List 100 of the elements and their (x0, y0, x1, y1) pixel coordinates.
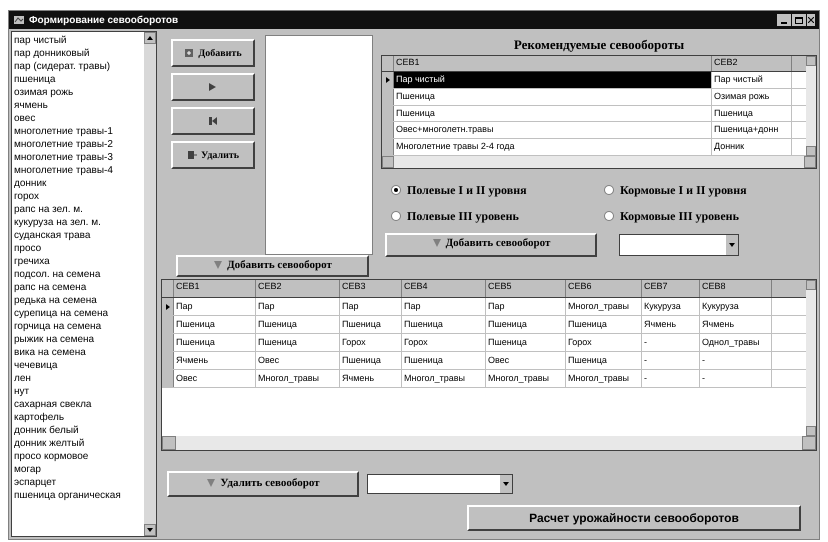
dropdown[interactable] (367, 474, 513, 494)
list-item[interactable]: пшеница (14, 73, 144, 86)
list-item[interactable]: рыжик на семена (14, 333, 144, 346)
radio-button[interactable] (391, 184, 401, 194)
list-item[interactable]: горох (14, 190, 144, 203)
scroll-left-button[interactable] (382, 156, 394, 168)
table-cell: Донник (712, 138, 792, 155)
column-header[interactable]: СЕВ4 (402, 280, 486, 297)
close-button[interactable] (807, 14, 815, 26)
list-item[interactable]: сахарная свекла (14, 398, 144, 411)
list-item[interactable]: многолетние травы-2 (14, 138, 144, 151)
list-item[interactable]: пар донниковый (14, 47, 144, 60)
radio-button[interactable] (604, 210, 614, 220)
list-item[interactable]: вика на семена (14, 346, 144, 359)
list-item[interactable]: кукуруза на зел. м. (14, 216, 144, 229)
calculate-yield-button[interactable]: Расчет урожайности севооборотов (467, 505, 801, 531)
delete-rotation-button[interactable]: Удалить севооборот (167, 471, 359, 497)
row-pointer-icon (386, 77, 390, 83)
vertical-scrollbar[interactable] (806, 56, 816, 156)
list-item[interactable]: пар (сидерат. травы) (14, 60, 144, 73)
table-cell: Многол_травы (256, 370, 340, 387)
list-item[interactable]: донник желтый (14, 437, 144, 450)
forward-button[interactable] (171, 73, 255, 101)
list-item[interactable]: ячмень (14, 99, 144, 112)
list-item[interactable]: озимая рожь (14, 86, 144, 99)
table-cell: Пар (256, 298, 340, 315)
table-cell: Многол_травы (486, 370, 566, 387)
column-header[interactable]: СЕВ2 (712, 56, 792, 72)
selection-box[interactable] (265, 35, 373, 255)
column-header[interactable]: СЕВ3 (340, 280, 402, 297)
list-item[interactable]: могар (14, 463, 144, 476)
list-item[interactable]: рапс на семена (14, 281, 144, 294)
dropdown[interactable] (619, 234, 739, 256)
horizontal-scrollbar[interactable] (382, 156, 816, 168)
list-item[interactable]: суданская трава (14, 229, 144, 242)
column-header[interactable]: СЕВ5 (486, 280, 566, 297)
maximize-button[interactable] (792, 14, 806, 26)
column-header[interactable]: СЕВ1 (174, 280, 256, 297)
radio-label: Кормовые I и II уровня (620, 182, 747, 198)
row-header[interactable] (382, 72, 394, 88)
list-item[interactable]: подсол. на семена (14, 268, 144, 281)
list-item[interactable]: многолетние травы-4 (14, 164, 144, 177)
column-header[interactable]: СЕВ1 (394, 56, 712, 72)
list-item[interactable]: овес (14, 112, 144, 125)
vertical-scrollbar[interactable] (806, 280, 816, 436)
scroll-right-button[interactable] (804, 156, 816, 168)
delete-button[interactable]: Удалить (171, 141, 255, 169)
table-cell: Пшеница (340, 352, 402, 369)
table-cell: Кукуруза (700, 298, 772, 315)
list-item[interactable]: рапс на зел. м. (14, 203, 144, 216)
list-item[interactable]: многолетние травы-1 (14, 125, 144, 138)
scroll-up-button[interactable] (806, 56, 816, 66)
crop-list[interactable] (11, 31, 157, 537)
scroll-down-button[interactable] (806, 146, 816, 156)
column-header[interactable]: СЕВ6 (566, 280, 642, 297)
radio-label: Полевые I и II уровня (407, 182, 527, 198)
column-header[interactable]: СЕВ2 (256, 280, 340, 297)
column-header[interactable]: СЕВ8 (700, 280, 772, 297)
list-item[interactable]: гречиха (14, 255, 144, 268)
table-cell: Пшеница+донн (712, 122, 792, 138)
table-cell: Пар (402, 298, 486, 315)
app-icon (13, 14, 25, 26)
list-item[interactable]: донник (14, 177, 144, 190)
table-cell: - (642, 352, 700, 369)
back-button[interactable] (171, 107, 255, 135)
table-cell: Горох (566, 334, 642, 351)
row-header[interactable] (162, 298, 174, 315)
radio-button[interactable] (391, 210, 401, 220)
list-item[interactable]: лен (14, 372, 144, 385)
list-item[interactable]: сурепица на семена (14, 307, 144, 320)
table-cell: Пшеница (394, 106, 712, 122)
list-item[interactable]: горчица на семена (14, 320, 144, 333)
scroll-left-button[interactable] (162, 436, 176, 450)
minimize-button[interactable] (777, 14, 791, 26)
add-rotation-button[interactable]: Добавить севооборот (385, 232, 597, 256)
scroll-right-button[interactable] (802, 436, 816, 450)
table-cell: Пшеница (566, 316, 642, 333)
list-item[interactable]: нут (14, 385, 144, 398)
dropdown-arrow-icon (729, 242, 735, 246)
list-item[interactable]: донник белый (14, 424, 144, 437)
list-item[interactable]: просо (14, 242, 144, 255)
list-item[interactable]: просо кормовое (14, 450, 144, 463)
list-item[interactable]: пар чистый (14, 34, 144, 47)
scroll-down-button[interactable] (806, 426, 816, 436)
list-item[interactable]: пшеница органическая (14, 489, 144, 502)
list-item[interactable]: эспарцет (14, 476, 144, 489)
table-cell: Многолетние травы 2-4 года (394, 138, 712, 155)
column-header[interactable]: СЕВ7 (642, 280, 700, 297)
list-item[interactable]: картофель (14, 411, 144, 424)
list-item[interactable]: редька на семена (14, 294, 144, 307)
add-rotation-button[interactable]: Добавить севооборот (176, 255, 369, 277)
list-item[interactable]: чечевица (14, 359, 144, 372)
table-cell: Пшеница (174, 316, 256, 333)
table-cell: Пшеница (256, 316, 340, 333)
add-button[interactable]: Добавить (171, 39, 255, 67)
close-icon (808, 17, 814, 23)
radio-button[interactable] (604, 184, 614, 194)
list-item[interactable]: многолетние травы-3 (14, 151, 144, 164)
horizontal-scrollbar[interactable] (162, 436, 816, 450)
scrollbar[interactable] (144, 32, 156, 536)
